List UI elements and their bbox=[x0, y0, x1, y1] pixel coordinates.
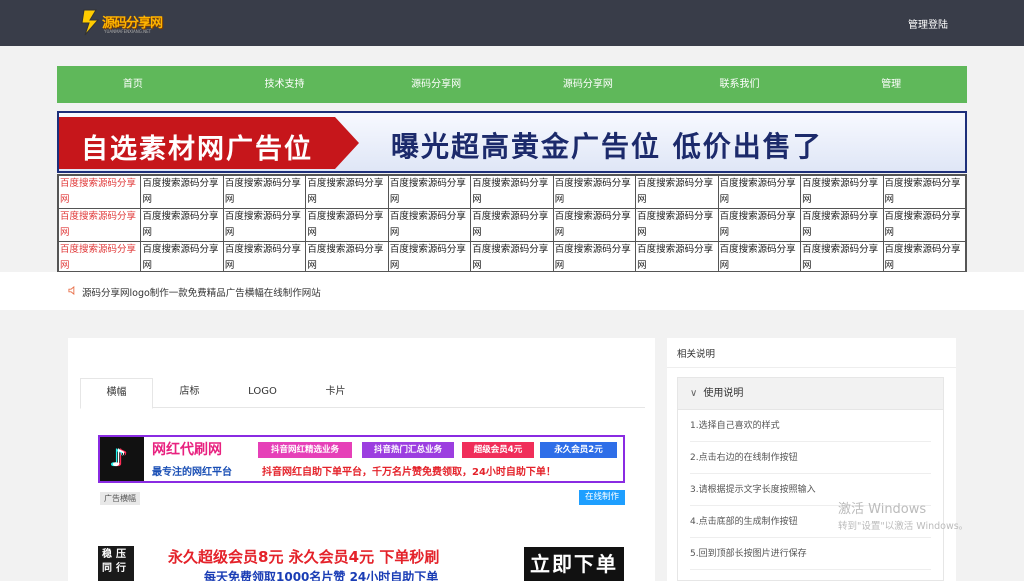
link-grid-cell[interactable]: 百度搜索源码分享网 bbox=[882, 241, 967, 275]
link-grid-cell[interactable]: 百度搜索源码分享网 bbox=[305, 175, 389, 209]
link-grid-cell[interactable]: 百度搜索源码分享网 bbox=[387, 241, 472, 275]
link-grid-cell[interactable]: 百度搜索源码分享网 bbox=[635, 208, 719, 242]
link-grid-cell[interactable]: 百度搜索源码分享网 bbox=[717, 241, 802, 275]
link-grid-cell[interactable]: 百度搜索源码分享网 bbox=[387, 175, 472, 209]
tab-bar: 横幅 店标 LOGO 卡片 bbox=[80, 378, 645, 409]
ad1-desc: 抖音网红自助下单平台，千万名片赞免费领取，24小时自助下单！ bbox=[262, 467, 556, 478]
banner-ad[interactable]: 自选素材网广告位 曝光超高黄金广告位 低价出售了 bbox=[57, 111, 967, 173]
link-grid-cell[interactable]: 百度搜索源码分享网 bbox=[57, 241, 142, 275]
windows-activation-watermark: 激活 Windows bbox=[838, 502, 927, 517]
lightning-icon bbox=[81, 9, 100, 36]
accordion: ∨ 使用说明 1.选择自己喜欢的样式 2.点击右边的在线制作按钮 3.请根据提示文… bbox=[677, 377, 944, 581]
ad1-pill: 抖音热门汇总业务 bbox=[362, 442, 454, 458]
tab-shop-logo[interactable]: 店标 bbox=[153, 378, 226, 407]
notice-bar: 源码分享网logo制作一款免费精品广告横幅在线制作网站 bbox=[0, 272, 1024, 310]
ad2-subtitle: 每天免费领取1000名片赞 24小时自助下单 bbox=[204, 570, 439, 581]
tab-card[interactable]: 卡片 bbox=[299, 378, 372, 407]
banner-red-block: 自选素材网广告位 bbox=[59, 117, 359, 169]
ad1-title: 网红代刷网 bbox=[152, 442, 222, 458]
nav-item-home[interactable]: 首页 bbox=[57, 66, 209, 103]
ad1-pill: 永久会员2元 bbox=[540, 442, 617, 458]
link-grid-cell[interactable]: 百度搜索源码分享网 bbox=[800, 241, 884, 275]
logo-subtext: YUANMAFENXIANG.NET bbox=[104, 29, 152, 34]
nav-item-tech-support[interactable]: 技术支持 bbox=[209, 66, 361, 103]
link-grid-cell[interactable]: 百度搜索源码分享网 bbox=[800, 175, 884, 209]
link-grid-cell[interactable]: 百度搜索源码分享网 bbox=[470, 208, 554, 242]
main-card: 横幅 店标 LOGO 卡片 ♪ 网红代刷网 抖音网红精选业务 抖音热门汇总业务 … bbox=[68, 338, 655, 581]
instruction-step: 5.回到顶部长按图片进行保存 bbox=[690, 538, 931, 570]
link-grid-cell[interactable]: 百度搜索源码分享网 bbox=[882, 208, 967, 242]
link-grid-cell[interactable]: 百度搜索源码分享网 bbox=[470, 175, 554, 209]
link-grid-cell[interactable]: 百度搜索源码分享网 bbox=[717, 175, 802, 209]
link-grid-cell[interactable]: 百度搜索源码分享网 bbox=[57, 175, 142, 209]
top-bar: 源码分享网 YUANMAFENXIANG.NET 管理登陆 bbox=[0, 0, 1024, 46]
link-grid-cell[interactable]: 百度搜索源码分享网 bbox=[57, 208, 142, 242]
accordion-title: 使用说明 bbox=[703, 388, 744, 399]
ad1-pill: 抖音网红精选业务 bbox=[258, 442, 352, 458]
main-nav: 首页 技术支持 源码分享网 源码分享网 联系我们 管理 bbox=[57, 66, 967, 103]
banner-left-text: 自选素材网广告位 bbox=[81, 134, 313, 165]
chevron-down-icon: ∨ bbox=[690, 388, 698, 399]
link-grid-cell[interactable]: 百度搜索源码分享网 bbox=[305, 208, 389, 242]
link-grid-cell[interactable]: 百度搜索源码分享网 bbox=[305, 241, 389, 275]
instruction-step: 2.点击右边的在线制作按钮 bbox=[690, 442, 931, 474]
tab-logo[interactable]: LOGO bbox=[226, 378, 299, 407]
link-grid-cell[interactable]: 百度搜索源码分享网 bbox=[882, 175, 967, 209]
divider bbox=[667, 367, 956, 368]
admin-login-link[interactable]: 管理登陆 bbox=[908, 16, 948, 31]
link-grid-cell[interactable]: 百度搜索源码分享网 bbox=[140, 175, 224, 209]
banner-template-preview-1[interactable]: ♪ 网红代刷网 抖音网红精选业务 抖音热门汇总业务 超级会员4元 永久会员2元 … bbox=[98, 435, 625, 483]
link-grid-row: 百度搜索源码分享网 百度搜索源码分享网 百度搜索源码分享网 百度搜索源码分享网 百度搜索… bbox=[57, 241, 967, 275]
link-grid-cell[interactable]: 百度搜索源码分享网 bbox=[800, 208, 884, 242]
accordion-header[interactable]: ∨ 使用说明 bbox=[678, 378, 943, 410]
ad2-title: 永久超级会员8元 永久会员4元 下单秒刷 bbox=[168, 548, 440, 566]
ad2-side-block: 稳压同行 bbox=[98, 546, 134, 581]
link-grid-cell[interactable]: 百度搜索源码分享网 bbox=[222, 241, 307, 275]
link-grid-cell[interactable]: 百度搜索源码分享网 bbox=[387, 208, 472, 242]
link-grid-cell[interactable]: 百度搜索源码分享网 bbox=[552, 208, 637, 242]
sidebar-card: 相关说明 ∨ 使用说明 1.选择自己喜欢的样式 2.点击右边的在线制作按钮 3.请… bbox=[667, 338, 956, 581]
link-grid-cell[interactable]: 百度搜索源码分享网 bbox=[140, 241, 224, 275]
link-grid-cell[interactable]: 百度搜索源码分享网 bbox=[635, 241, 719, 275]
link-grid-row: 百度搜索源码分享网 百度搜索源码分享网 百度搜索源码分享网 百度搜索源码分享网 百度搜索… bbox=[57, 175, 967, 209]
speaker-icon bbox=[68, 286, 75, 295]
link-grid-cell[interactable]: 百度搜索源码分享网 bbox=[140, 208, 224, 242]
site-logo[interactable]: 源码分享网 YUANMAFENXIANG.NET bbox=[80, 8, 172, 38]
nav-item-contact[interactable]: 联系我们 bbox=[664, 66, 816, 103]
link-grid: 百度搜索源码分享网 百度搜索源码分享网 百度搜索源码分享网 百度搜索源码分享网 百度搜索… bbox=[57, 174, 967, 275]
notice-text[interactable]: 源码分享网logo制作一款免费精品广告横幅在线制作网站 bbox=[82, 285, 321, 299]
sidebar-title: 相关说明 bbox=[677, 349, 716, 360]
tab-banner[interactable]: 横幅 bbox=[80, 378, 153, 409]
link-grid-cell[interactable]: 百度搜索源码分享网 bbox=[552, 175, 637, 209]
nav-item-admin[interactable]: 管理 bbox=[815, 66, 967, 103]
nav-item-source-share-2[interactable]: 源码分享网 bbox=[512, 66, 664, 103]
windows-activation-hint: 转到"设置"以激活 Windows。 bbox=[838, 521, 969, 532]
link-grid-cell[interactable]: 百度搜索源码分享网 bbox=[552, 241, 637, 275]
link-grid-cell[interactable]: 百度搜索源码分享网 bbox=[222, 175, 307, 209]
link-grid-cell[interactable]: 百度搜索源码分享网 bbox=[635, 175, 719, 209]
nav-item-source-share-1[interactable]: 源码分享网 bbox=[360, 66, 512, 103]
banner-template-preview-2[interactable]: 稳压同行 永久超级会员8元 永久会员4元 下单秒刷 每天免费领取1000名片赞 … bbox=[98, 546, 625, 581]
instruction-step: 1.选择自己喜欢的样式 bbox=[690, 410, 931, 442]
category-tag: 广告横幅 bbox=[100, 492, 140, 505]
tiktok-icon: ♪ bbox=[100, 437, 144, 481]
link-grid-row: 百度搜索源码分享网 百度搜索源码分享网 百度搜索源码分享网 百度搜索源码分享网 百度搜索… bbox=[57, 208, 967, 242]
ad1-slogan: 最专注的网红平台 bbox=[152, 467, 232, 478]
banner-right-text: 曝光超高黄金广告位 低价出售了 bbox=[391, 130, 823, 163]
ad2-buy-label: 立即下单 bbox=[524, 547, 624, 581]
link-grid-cell[interactable]: 百度搜索源码分享网 bbox=[470, 241, 554, 275]
make-online-button[interactable]: 在线制作 bbox=[579, 490, 625, 505]
ad1-pill: 超级会员4元 bbox=[462, 442, 534, 458]
link-grid-cell[interactable]: 百度搜索源码分享网 bbox=[222, 208, 307, 242]
link-grid-cell[interactable]: 百度搜索源码分享网 bbox=[717, 208, 802, 242]
